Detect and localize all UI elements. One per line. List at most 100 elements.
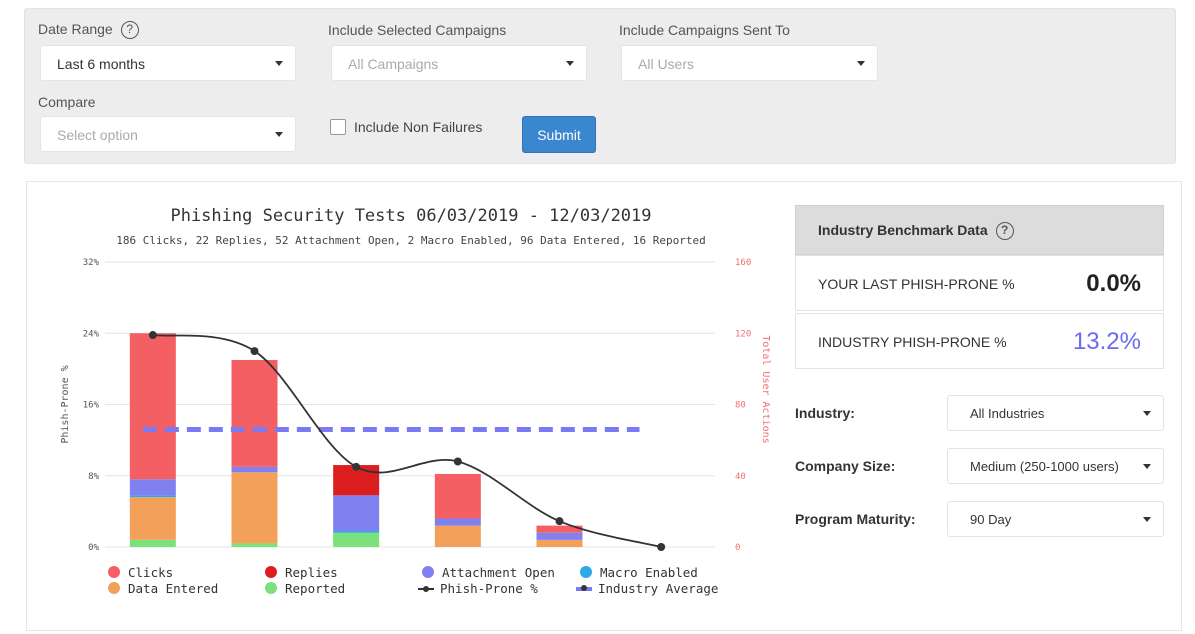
- legend-label: Industry Average: [598, 581, 719, 596]
- chevron-down-icon: [857, 61, 865, 66]
- phish-prone-point: [352, 462, 361, 471]
- phish-prone-point: [148, 331, 157, 340]
- include-non-failures-checkbox[interactable]: [330, 119, 346, 135]
- phish-prone-point: [555, 517, 564, 526]
- phishing-chart: 0% 0 8% 40 16% 80 24% 120 32% 160 Phish-Prone % Tot…: [60, 258, 771, 553]
- y-right-tick: 80: [735, 401, 746, 411]
- y-right-tick: 160: [735, 258, 751, 268]
- benchmark-title: Industry Benchmark Data: [818, 222, 988, 238]
- chevron-down-icon: [1143, 411, 1151, 416]
- date-range-label: Date Range?: [38, 21, 139, 40]
- chart-title: Phishing Security Tests 06/03/2019 - 12/…: [170, 206, 652, 226]
- bar-segment-macro-enabled: [129, 495, 176, 498]
- campaigns-label: Include Selected Campaigns: [328, 22, 507, 38]
- help-icon[interactable]: ?: [995, 222, 1014, 241]
- legend-data-entered[interactable]: Data Entered: [108, 581, 218, 596]
- legend-swatch: [108, 582, 120, 594]
- industry-phish-prone-row: INDUSTRY PHISH-PRONE % 13.2%: [795, 313, 1164, 369]
- y-right-axis-title: Total User Actions: [760, 335, 771, 443]
- industry-phish-prone-value: 13.2%: [1072, 328, 1141, 355]
- sent-to-label: Include Campaigns Sent To: [619, 22, 790, 38]
- legend-label: Data Entered: [128, 581, 219, 596]
- chevron-down-icon: [1143, 464, 1151, 469]
- compare-placeholder: Select option: [57, 127, 138, 143]
- legend-label: Reported: [285, 581, 346, 596]
- bar-segment-clicks: [129, 333, 176, 480]
- your-phish-prone-value: 0.0%: [1086, 270, 1141, 297]
- bar-segment-clicks: [434, 473, 481, 519]
- legend-attachment-open[interactable]: Attachment Open: [422, 565, 555, 580]
- program-maturity-value: 90 Day: [970, 512, 1012, 527]
- company-size-value: Medium (250-1000 users): [970, 459, 1119, 474]
- program-maturity-label: Program Maturity:: [795, 511, 916, 527]
- industry-select-value: All Industries: [970, 406, 1045, 421]
- legend-swatch: [265, 566, 277, 578]
- legend-swatch: [580, 566, 592, 578]
- legend-label: Phish-Prone %: [440, 581, 538, 596]
- sent-to-select[interactable]: All Users: [621, 45, 878, 81]
- industry-phish-prone-label: INDUSTRY PHISH-PRONE %: [818, 334, 1007, 350]
- bar-segment-attachment-open: [333, 495, 380, 531]
- submit-button[interactable]: Submit: [522, 116, 596, 153]
- your-phish-prone-label: YOUR LAST PHISH-PRONE %: [818, 276, 1015, 292]
- bar-segment-clicks: [231, 359, 278, 467]
- bar-segment-data-entered: [231, 472, 278, 544]
- help-icon[interactable]: ?: [120, 21, 139, 40]
- legend-clicks[interactable]: Clicks: [108, 565, 173, 580]
- chart-legend: Clicks Data Entered Replies Reported Att…: [108, 565, 728, 601]
- legend-label: Macro Enabled: [600, 565, 698, 580]
- company-size-label: Company Size:: [795, 458, 896, 474]
- chevron-down-icon: [566, 61, 574, 66]
- industry-select[interactable]: All Industries: [947, 395, 1164, 431]
- y-left-tick: 24%: [83, 329, 100, 339]
- legend-swatch: [422, 566, 434, 578]
- bar-segment-attachment-open: [536, 532, 583, 540]
- legend-industry-average[interactable]: Industry Average: [576, 581, 718, 596]
- include-non-failures-label: Include Non Failures: [354, 119, 483, 135]
- chevron-down-icon: [275, 61, 283, 66]
- legend-reported[interactable]: Reported: [265, 581, 345, 596]
- company-size-select[interactable]: Medium (250-1000 users): [947, 448, 1164, 484]
- phish-prone-line: [152, 334, 662, 548]
- phish-prone-point: [453, 457, 462, 466]
- industry-field-label: Industry:: [795, 405, 855, 421]
- bar-segment-data-entered: [434, 525, 481, 547]
- legend-macro-enabled[interactable]: Macro Enabled: [580, 565, 698, 580]
- benchmark-header: Industry Benchmark Data?: [795, 205, 1164, 255]
- bar-segment-attachment-open: [434, 518, 481, 526]
- legend-replies[interactable]: Replies: [265, 565, 338, 580]
- y-right-tick: 0: [735, 543, 740, 553]
- y-right-tick: 40: [735, 472, 746, 482]
- your-phish-prone-row: YOUR LAST PHISH-PRONE % 0.0%: [795, 255, 1164, 311]
- program-maturity-select[interactable]: 90 Day: [947, 501, 1164, 537]
- date-range-value: Last 6 months: [57, 56, 145, 72]
- bar-segment-reported: [231, 543, 278, 547]
- legend-swatch: [265, 582, 277, 594]
- y-left-tick: 8%: [88, 472, 99, 482]
- bar-segment-macro-enabled: [333, 530, 380, 533]
- bar-segment-data-entered: [129, 497, 176, 540]
- chart-subtitle: 186 Clicks, 22 Replies, 52 Attachment Op…: [116, 234, 706, 247]
- compare-select[interactable]: Select option: [40, 116, 296, 152]
- legend-dash-swatch: [576, 585, 592, 591]
- chevron-down-icon: [275, 132, 283, 137]
- legend-phish-prone[interactable]: Phish-Prone %: [418, 581, 538, 596]
- chevron-down-icon: [1143, 517, 1151, 522]
- legend-label: Attachment Open: [442, 565, 555, 580]
- date-range-select[interactable]: Last 6 months: [40, 45, 296, 81]
- sent-to-value: All Users: [638, 56, 695, 72]
- legend-swatch: [108, 566, 120, 578]
- bar-segment-reported: [129, 539, 176, 547]
- y-left-tick: 16%: [83, 401, 100, 411]
- phish-prone-point: [250, 347, 259, 356]
- bar-segment-data-entered: [536, 539, 583, 547]
- bar-segment-attachment-open: [231, 466, 278, 473]
- compare-label: Compare: [38, 94, 96, 110]
- campaigns-select[interactable]: All Campaigns: [331, 45, 587, 81]
- campaigns-value: All Campaigns: [348, 56, 439, 72]
- phish-prone-point: [657, 543, 666, 551]
- y-left-axis-title: Phish-Prone %: [60, 365, 71, 443]
- bar-segment-reported: [333, 532, 380, 547]
- y-left-tick: 32%: [83, 258, 100, 268]
- bar-segment-attachment-open: [129, 479, 176, 496]
